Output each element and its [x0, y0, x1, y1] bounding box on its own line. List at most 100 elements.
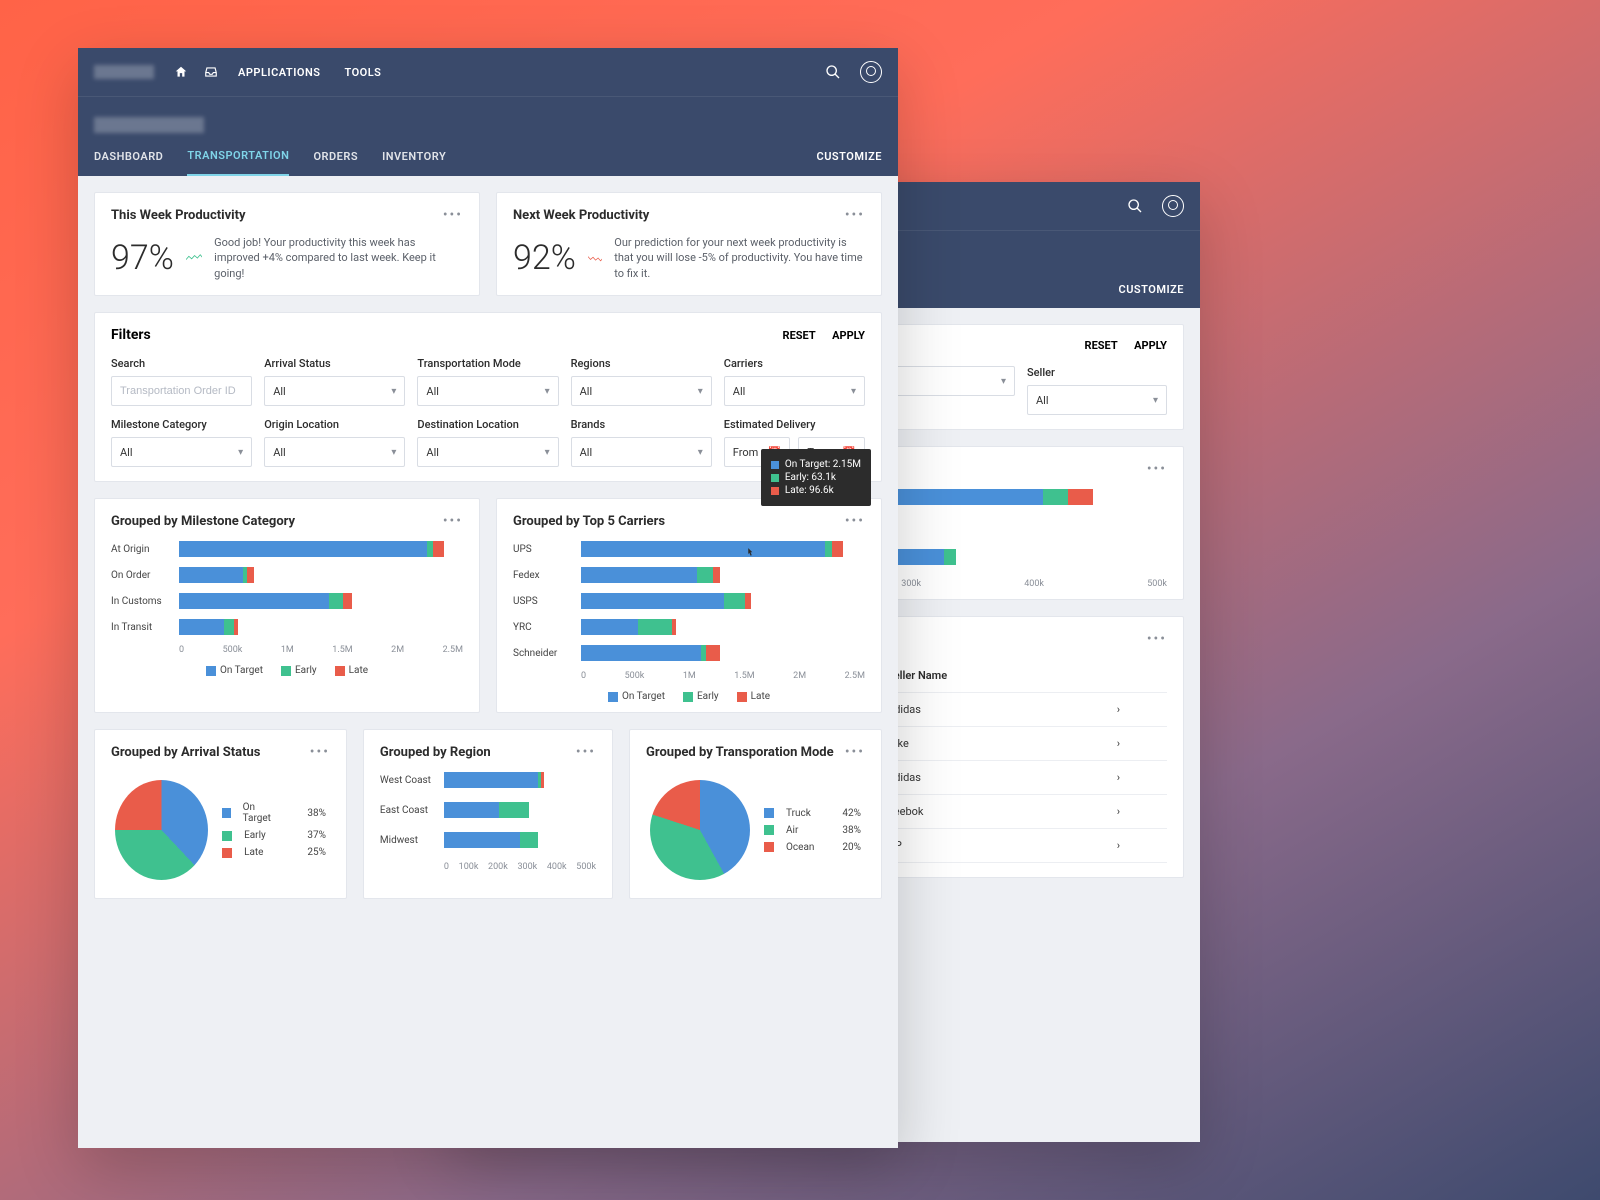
mode-select[interactable]: All▾	[417, 376, 558, 406]
bar-segment[interactable]	[179, 567, 243, 583]
customize-link[interactable]: CUSTOMIZE	[1119, 283, 1184, 308]
bar-segment[interactable]	[581, 619, 638, 635]
card-menu-icon[interactable]: •••	[845, 513, 865, 529]
chevron-right-icon: ›	[1109, 761, 1167, 795]
chart-tooltip: On Target: 2.15M Early: 63.1k Late: 96.6…	[761, 449, 871, 506]
bar-segment[interactable]	[832, 541, 843, 557]
carriers-chart-card: On Target: 2.15M Early: 63.1k Late: 96.6…	[496, 498, 882, 713]
search-icon[interactable]	[824, 63, 842, 81]
bar-segment[interactable]	[1068, 489, 1093, 505]
card-menu-icon[interactable]: •••	[576, 744, 596, 760]
bar-segment[interactable]	[697, 567, 713, 583]
arrival-select[interactable]: All▾	[264, 376, 405, 406]
card-menu-icon[interactable]: •••	[845, 207, 865, 223]
legend-item: Early	[683, 691, 719, 702]
bar-row: USPS	[513, 593, 865, 609]
mode-chart-card: Grouped by Transporation Mode ••• Truck4…	[629, 729, 882, 899]
bar-segment[interactable]	[541, 772, 544, 788]
bar-segment[interactable]	[343, 593, 352, 609]
avatar-icon[interactable]	[1162, 195, 1184, 217]
home-icon[interactable]	[172, 63, 190, 81]
reset-button[interactable]: RESET	[1085, 339, 1118, 352]
nav-tools[interactable]: TOOLS	[344, 66, 381, 79]
sparkline-up-icon	[186, 248, 202, 268]
milestone-label: Milestone Category	[111, 418, 252, 431]
destination-label: Destination Location	[417, 418, 558, 431]
bar-segment[interactable]	[581, 541, 825, 557]
milestone-select[interactable]: All▾	[111, 437, 252, 467]
bar-segment[interactable]	[499, 802, 529, 818]
card-menu-icon[interactable]: •••	[1147, 461, 1167, 477]
bar-segment[interactable]	[672, 619, 677, 635]
bar-segment[interactable]	[329, 593, 343, 609]
destination-select[interactable]: All▾	[417, 437, 558, 467]
bar-row: East Coast	[380, 802, 596, 818]
brands-select[interactable]: All▾	[571, 437, 712, 467]
card-menu-icon[interactable]: •••	[1147, 631, 1167, 647]
chevron-right-icon: ›	[1109, 795, 1167, 829]
seller-select[interactable]: All▾	[1027, 385, 1167, 415]
search-input[interactable]	[111, 376, 252, 406]
legend-item: Late	[335, 665, 368, 676]
avatar-icon[interactable]	[860, 61, 882, 83]
pie-chart	[115, 780, 208, 880]
filter-select[interactable]: ▾	[885, 366, 1015, 396]
apply-button[interactable]: APPLY	[832, 329, 865, 342]
card-menu-icon[interactable]: •••	[310, 744, 330, 760]
bar-label: West Coast	[380, 775, 444, 786]
legend-item: On Target	[608, 691, 665, 702]
apply-button[interactable]: APPLY	[1134, 339, 1167, 352]
customize-link[interactable]: CUSTOMIZE	[817, 150, 882, 175]
bar-segment[interactable]	[234, 619, 239, 635]
card-menu-icon[interactable]: •••	[443, 207, 463, 223]
bar-segment[interactable]	[224, 619, 233, 635]
region-chart: West CoastEast CoastMidwest0100k200k300k…	[380, 772, 596, 872]
bar-segment[interactable]	[179, 619, 224, 635]
bar-label: At Origin	[111, 544, 179, 555]
bar-segment[interactable]	[444, 832, 520, 848]
main-window: APPLICATIONS TOOLS DASHBOARD TRANSPORTAT…	[78, 48, 898, 1148]
topbar: APPLICATIONS TOOLS	[78, 48, 898, 96]
pie-legend-row: Truck42%	[764, 808, 861, 819]
card-menu-icon[interactable]: •••	[845, 744, 865, 760]
bar-segment[interactable]	[179, 541, 427, 557]
bar-segment[interactable]	[247, 567, 254, 583]
chevron-right-icon: ›	[1109, 693, 1167, 727]
bar-segment[interactable]	[581, 593, 724, 609]
bar-segment[interactable]	[825, 541, 832, 557]
bar-segment[interactable]	[713, 567, 720, 583]
bar-row: Schneider	[513, 645, 865, 661]
nav-applications[interactable]: APPLICATIONS	[238, 66, 320, 79]
bar-segment[interactable]	[745, 593, 752, 609]
card-menu-icon[interactable]: •••	[443, 513, 463, 529]
arrival-pie: On Target38%Early37%Late25%	[111, 772, 330, 888]
tab-orders[interactable]: ORDERS	[313, 150, 358, 175]
inbox-icon[interactable]	[202, 63, 220, 81]
estimated-label: Estimated Delivery	[724, 418, 865, 431]
tab-inventory[interactable]: INVENTORY	[382, 150, 446, 175]
bar-segment[interactable]	[433, 541, 443, 557]
bar-label: YRC	[513, 622, 581, 633]
bar-segment[interactable]	[724, 593, 744, 609]
reset-button[interactable]: RESET	[783, 329, 816, 342]
carriers-select[interactable]: All▾	[724, 376, 865, 406]
bar-segment[interactable]	[179, 593, 329, 609]
search-icon[interactable]	[1126, 197, 1144, 215]
bar-segment[interactable]	[520, 832, 538, 848]
regions-select[interactable]: All▾	[571, 376, 712, 406]
bar-segment[interactable]	[944, 549, 956, 565]
bar-label: On Order	[111, 570, 179, 581]
bar-segment[interactable]	[444, 772, 538, 788]
bar-segment[interactable]	[581, 567, 697, 583]
bar-segment[interactable]	[1043, 489, 1068, 505]
bar-segment[interactable]	[638, 619, 672, 635]
legend-item: Late	[737, 691, 770, 702]
bar-segment[interactable]	[444, 802, 499, 818]
origin-select[interactable]: All▾	[264, 437, 405, 467]
tab-dashboard[interactable]: DASHBOARD	[94, 150, 163, 175]
bar-segment[interactable]	[427, 541, 434, 557]
card-title: Grouped by Region	[380, 745, 491, 760]
bar-segment[interactable]	[581, 645, 701, 661]
bar-segment[interactable]	[706, 645, 720, 661]
tab-transportation[interactable]: TRANSPORTATION	[187, 149, 289, 176]
